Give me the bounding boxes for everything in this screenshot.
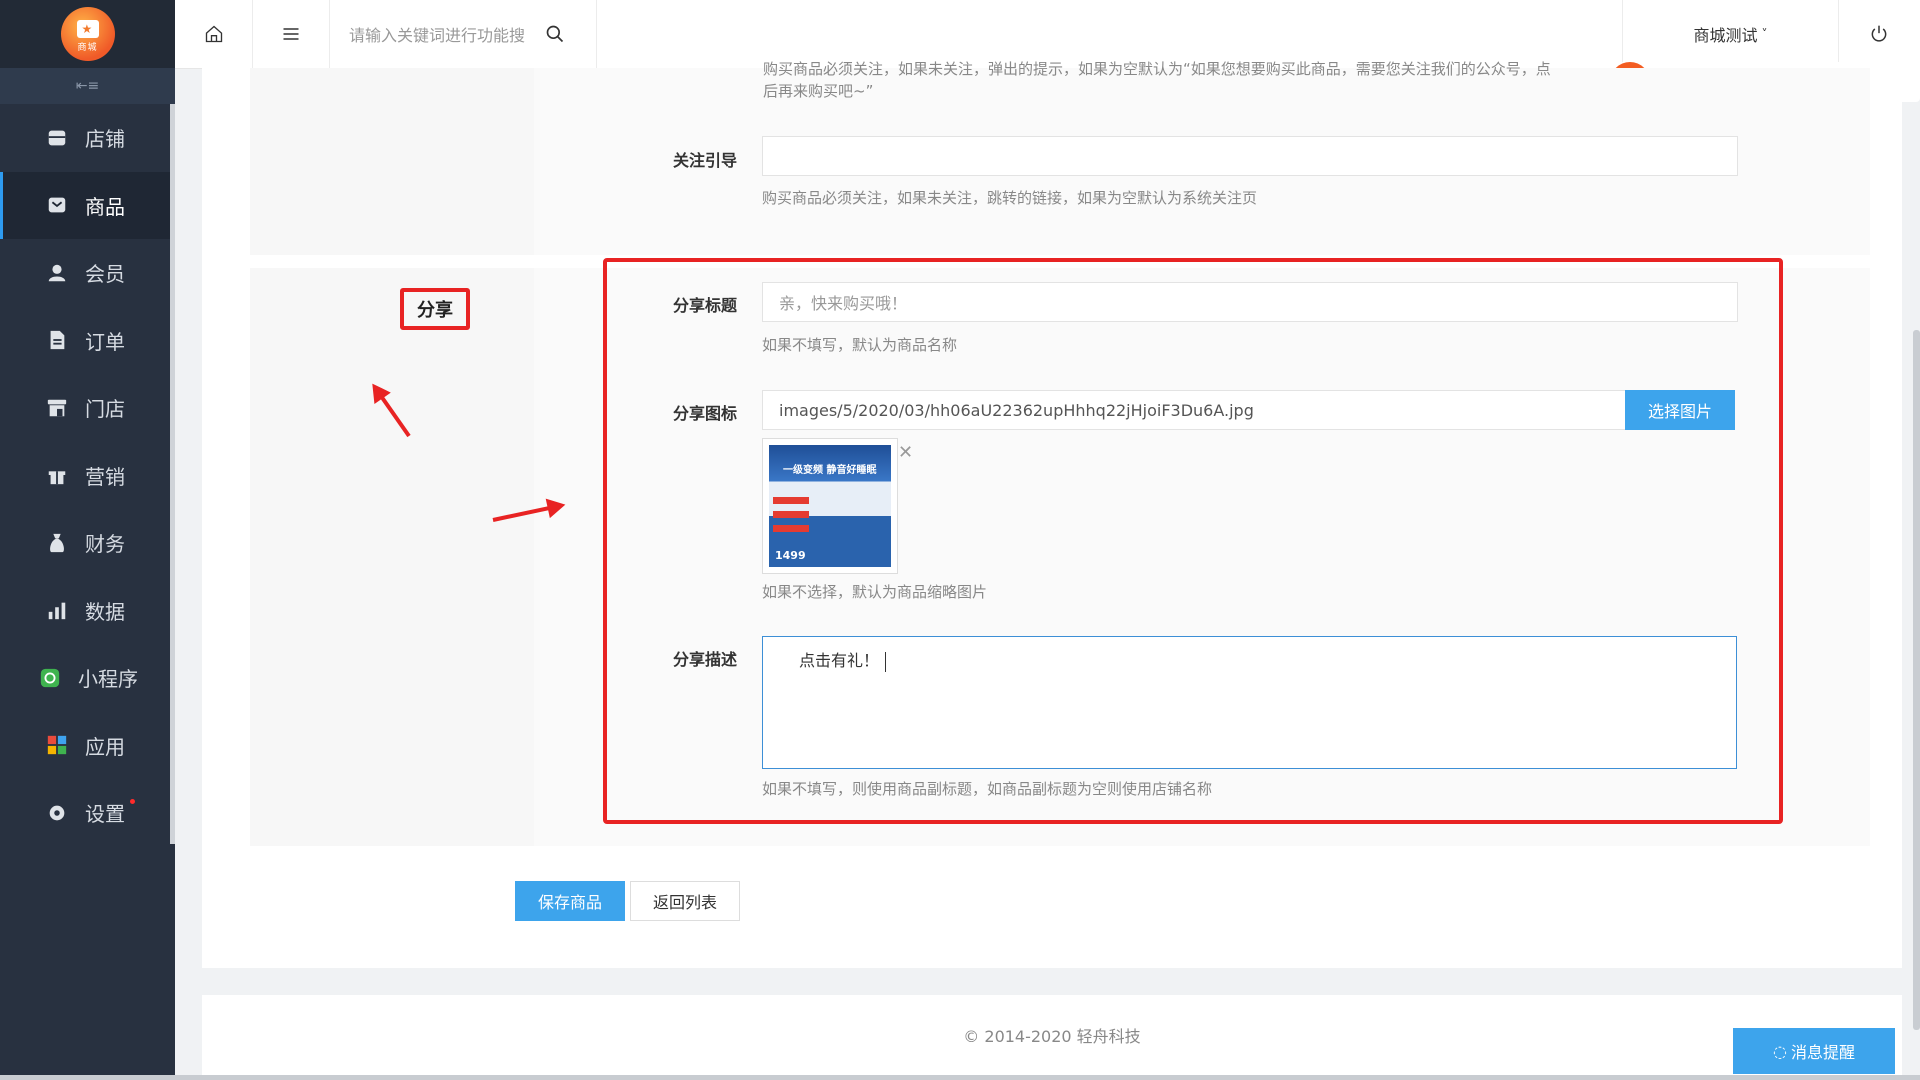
- sidebar-item-miniprogram[interactable]: 小程序: [0, 644, 175, 712]
- sidebar: 商城 ⇤≡ 店铺 商品 会员 订单 门店 营销 财务 数据 小程序 应用: [0, 0, 175, 1080]
- message-reminder-label: 消息提醒: [1790, 1043, 1855, 1062]
- shop-logo[interactable]: 商城: [60, 7, 115, 61]
- home-icon: [205, 25, 222, 43]
- sidebar-item-marketing[interactable]: 营销: [0, 442, 175, 510]
- apps-icon: [45, 733, 69, 757]
- annotation-highlight-box: [603, 258, 1783, 824]
- sidebar-item-settings[interactable]: 设置: [0, 779, 175, 847]
- sidebar-item-label: 订单: [85, 329, 125, 354]
- sidebar-item-label: 门店: [85, 397, 125, 422]
- follow-guide-label: 关注引导: [672, 151, 737, 170]
- sidebar-item-label: 会员: [85, 262, 125, 287]
- sidebar-item-finance[interactable]: 财务: [0, 509, 175, 577]
- sidebar-item-label: 财务: [85, 532, 125, 557]
- sidebar-item-shop[interactable]: 门店: [0, 374, 175, 442]
- logout-button[interactable]: [1837, 0, 1920, 68]
- home-button[interactable]: [175, 0, 253, 68]
- sidebar-item-label: 店铺: [85, 127, 125, 152]
- help-text-line: 购买商品必须关注，如果未关注，弹出的提示，如果为空默认为“如果您想要购买此商品，…: [763, 60, 1551, 78]
- sidebar-item-label: 应用: [85, 734, 125, 759]
- back-to-list-button[interactable]: 返回列表: [630, 881, 740, 921]
- shop-icon: [45, 396, 69, 420]
- sidebar-item-goods[interactable]: 商品: [0, 171, 175, 239]
- miniprogram-icon: [38, 666, 62, 690]
- notification-dot: [130, 799, 135, 804]
- goods-icon: [45, 193, 69, 217]
- shopping-bag-icon: [76, 19, 99, 38]
- member-icon: [45, 261, 69, 285]
- order-icon: [45, 328, 69, 352]
- sidebar-item-label: 商品: [85, 194, 125, 219]
- save-goods-button[interactable]: 保存商品: [515, 881, 625, 921]
- page-scrollbar[interactable]: [1913, 330, 1920, 1030]
- chat-bubble-icon: ◌: [1773, 1041, 1787, 1061]
- share-section-title: 分享: [400, 288, 470, 330]
- sidebar-item-data[interactable]: 数据: [0, 577, 175, 645]
- collapse-sidebar-icon[interactable]: ⇤≡: [0, 68, 175, 104]
- sidebar-item-store[interactable]: 店铺: [0, 104, 175, 172]
- sidebar-scrollbar[interactable]: [170, 104, 175, 844]
- money-bag-icon: [45, 531, 69, 555]
- store-icon: [45, 126, 69, 150]
- follow-guide-input[interactable]: [762, 136, 1738, 176]
- sidebar-item-label: 小程序: [78, 667, 138, 692]
- power-icon: [1871, 25, 1886, 42]
- sidebar-item-order[interactable]: 订单: [0, 307, 175, 375]
- store-name: 商城测试: [1693, 26, 1758, 45]
- bar-chart-icon: [45, 598, 69, 622]
- follow-tip-help: 购买商品必须关注，如果未关注，弹出的提示，如果为空默认为“如果您想要购买此商品，…: [763, 60, 1663, 102]
- footer: © 2014-2020 轻舟科技: [202, 995, 1902, 1075]
- sidebar-item-label: 数据: [85, 599, 125, 624]
- menu-toggle-button[interactable]: [252, 0, 330, 68]
- sidebar-item-apps[interactable]: 应用: [0, 712, 175, 780]
- logo-text: 商城: [77, 42, 98, 53]
- sidebar-item-label: 设置: [85, 802, 125, 827]
- chevron-down-icon: ˅: [1761, 27, 1768, 41]
- sidebar-item-label: 营销: [85, 464, 125, 489]
- follow-guide-help: 购买商品必须关注，如果未关注，跳转的链接，如果为空默认为系统关注页: [762, 189, 1258, 207]
- gift-icon: [45, 463, 69, 487]
- function-search[interactable]: 请输入关键词进行功能搜: [329, 0, 597, 68]
- hamburger-icon: [283, 28, 298, 40]
- copyright-text: © 2014-2020 轻舟科技: [963, 1027, 1141, 1046]
- sidebar-item-member[interactable]: 会员: [0, 239, 175, 307]
- logo-area[interactable]: 商城: [0, 0, 175, 68]
- search-icon[interactable]: [545, 24, 565, 44]
- horizontal-scrollbar[interactable]: [0, 1075, 1920, 1080]
- help-text-line: 后再来购买吧~”: [763, 82, 874, 100]
- search-input[interactable]: 请输入关键词进行功能搜: [349, 22, 525, 46]
- gear-icon: [45, 801, 69, 825]
- message-reminder-button[interactable]: ◌ 消息提醒: [1733, 1028, 1895, 1074]
